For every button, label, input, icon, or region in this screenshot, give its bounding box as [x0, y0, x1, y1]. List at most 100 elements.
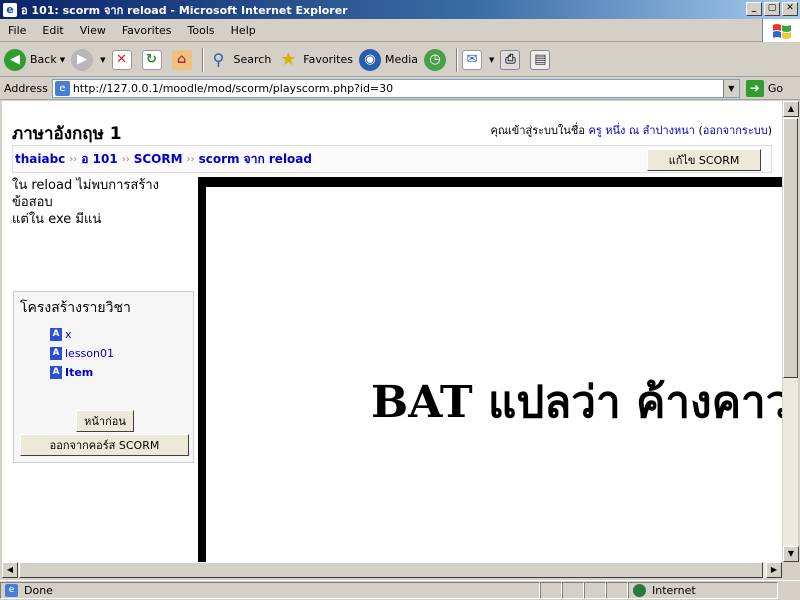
mail-button[interactable]: ✉ ▼ [462, 49, 494, 70]
breadcrumb: thaiabc ›› อ 101 ›› SCORM ›› scorm จาก r… [12, 145, 772, 173]
toolbar: ◀ Back ▼ ▶ ▼ ✕ ↻ ⌂ ⚲ Search ★ Favorites … [0, 43, 800, 77]
stop-button[interactable]: ✕ [111, 49, 136, 70]
menu-help[interactable]: Help [223, 24, 264, 37]
status-panel [540, 582, 562, 599]
toc-item-label[interactable]: lesson01 [65, 347, 114, 360]
page-viewport: ภาษาอังกฤษ 1 คุณเข้าสู่ระบบในชื่อ ครู หน… [2, 101, 782, 562]
mail-dropdown-icon[interactable]: ▼ [489, 56, 494, 64]
title-bar: e อ 101: scorm จาก reload - Microsoft In… [0, 0, 800, 19]
scorm-content: BAT แปลว่า ค้างคาว [206, 187, 782, 562]
breadcrumb-separator: ›› [69, 153, 78, 165]
go-button[interactable]: ➜ Go [745, 80, 784, 97]
print-button[interactable]: ⎙ [500, 49, 524, 70]
forward-button[interactable]: ▶ ▼ [71, 48, 106, 71]
stop-icon: ✕ [111, 49, 132, 70]
scroll-left-icon[interactable]: ◀ [2, 562, 18, 578]
logout-link[interactable]: ออกจากระบบ [703, 124, 768, 137]
status-text-cell: e Done [0, 582, 540, 599]
back-arrow-icon: ◀ [4, 48, 26, 71]
user-link[interactable]: ครู หนึ่ง ณ ลำปางหนา [588, 124, 695, 137]
toc-item-label[interactable]: Item [65, 366, 93, 379]
home-button[interactable]: ⌂ [171, 49, 196, 70]
media-button[interactable]: ◉ Media [359, 48, 419, 71]
address-bar: Address e http://127.0.0.1/moodle/mod/sc… [0, 78, 800, 100]
vertical-scroll-thumb[interactable] [783, 118, 798, 378]
favorites-star-icon: ★ [280, 49, 297, 70]
menu-edit[interactable]: Edit [34, 24, 71, 37]
menu-tools[interactable]: Tools [180, 24, 223, 37]
close-button[interactable]: ✕ [782, 2, 798, 16]
maximize-button[interactable]: ▢ [764, 2, 780, 16]
address-label: Address [4, 82, 48, 95]
course-title: ภาษาอังกฤษ 1 [12, 124, 122, 144]
scroll-down-icon[interactable]: ▼ [783, 546, 799, 562]
status-panel [584, 582, 606, 599]
menu-view[interactable]: View [72, 24, 114, 37]
security-zone: Internet [628, 582, 778, 599]
windows-logo-icon [762, 19, 800, 42]
breadcrumb-site[interactable]: thaiabc [15, 152, 65, 166]
window-title: อ 101: scorm จาก reload - Microsoft Inte… [21, 3, 348, 17]
address-url: http://127.0.0.1/moodle/mod/scorm/playsc… [72, 82, 394, 95]
search-button[interactable]: ⚲ Search [208, 49, 272, 71]
edit-scorm-button[interactable]: แก้ไข SCORM [647, 149, 761, 171]
horizontal-scrollbar[interactable]: ◀ ▶ [2, 562, 782, 578]
login-info: คุณเข้าสู่ระบบในชื่อ ครู หนึ่ง ณ ลำปางหน… [490, 124, 772, 137]
address-dropdown-icon[interactable]: ▼ [722, 80, 739, 97]
previous-button[interactable]: หน้าก่อน [76, 410, 134, 432]
sco-icon: A [50, 347, 62, 360]
ie-icon: e [3, 2, 17, 17]
toc-item-x[interactable]: A x [50, 328, 72, 341]
back-button[interactable]: ◀ Back ▼ [4, 48, 65, 71]
page-icon: e [54, 81, 70, 96]
course-structure-panel: โครงสร้างรายวิชา A x A lesson01 A Item ห… [13, 291, 194, 463]
status-panel [562, 582, 584, 599]
toolbar-separator [456, 47, 459, 72]
vertical-scrollbar[interactable]: ▲ ▼ [782, 101, 799, 562]
media-label: Media [385, 53, 419, 66]
scroll-right-icon[interactable]: ▶ [766, 562, 782, 578]
toc-item-lesson01[interactable]: A lesson01 [50, 347, 114, 360]
address-input[interactable]: e http://127.0.0.1/moodle/mod/scorm/play… [51, 79, 740, 98]
toolbar-separator [201, 47, 204, 72]
mail-icon: ✉ [462, 49, 483, 70]
menu-bar: File Edit View Favorites Tools Help [0, 19, 800, 42]
breadcrumb-course[interactable]: อ 101 [81, 150, 117, 169]
refresh-button[interactable]: ↻ [141, 49, 166, 70]
breadcrumb-separator: ›› [186, 153, 195, 165]
edit-page-icon: ▤ [530, 49, 551, 70]
scroll-up-icon[interactable]: ▲ [783, 101, 799, 117]
go-label: Go [767, 82, 784, 95]
breadcrumb-module[interactable]: SCORM [134, 152, 183, 166]
exit-scorm-button[interactable]: ออกจากคอร์ส SCORM [20, 434, 189, 456]
menu-favorites[interactable]: Favorites [114, 24, 180, 37]
forward-dropdown-icon[interactable]: ▼ [100, 56, 105, 64]
zone-label: Internet [652, 584, 696, 597]
internet-globe-icon [633, 584, 646, 597]
toc-item-label[interactable]: x [65, 328, 72, 341]
favorites-label: Favorites [303, 53, 353, 66]
refresh-icon: ↻ [141, 49, 162, 70]
edit-page-button[interactable]: ▤ [530, 49, 554, 70]
course-structure-title: โครงสร้างรายวิชา [20, 300, 131, 316]
history-button[interactable]: ◷ [424, 48, 450, 71]
description-line: ใน reload ไม่พบการสร้าง [12, 178, 159, 193]
forward-arrow-icon: ▶ [71, 48, 94, 71]
description-line: ข้อสอบ [12, 195, 53, 210]
breadcrumb-activity[interactable]: scorm จาก reload [199, 150, 312, 169]
scorm-player-frame: BAT แปลว่า ค้างคาว [198, 177, 782, 562]
back-label: Back [30, 53, 57, 66]
sco-icon: A [50, 366, 62, 379]
menu-file[interactable]: File [0, 24, 34, 37]
login-prefix: คุณเข้าสู่ระบบในชื่อ [490, 124, 589, 137]
horizontal-scroll-thumb[interactable] [19, 562, 763, 578]
content-heading: BAT แปลว่า ค้างคาว [371, 377, 782, 428]
status-bar: e Done Internet [0, 580, 800, 600]
description-line: แต่ใน exe มีแน่ [12, 212, 102, 227]
window-controls: _ ▢ ✕ [744, 2, 798, 16]
history-icon: ◷ [424, 48, 447, 71]
back-dropdown-icon[interactable]: ▼ [60, 56, 65, 64]
minimize-button[interactable]: _ [746, 2, 762, 16]
favorites-button[interactable]: ★ Favorites [277, 49, 353, 71]
toc-item-current[interactable]: A Item [50, 366, 93, 379]
